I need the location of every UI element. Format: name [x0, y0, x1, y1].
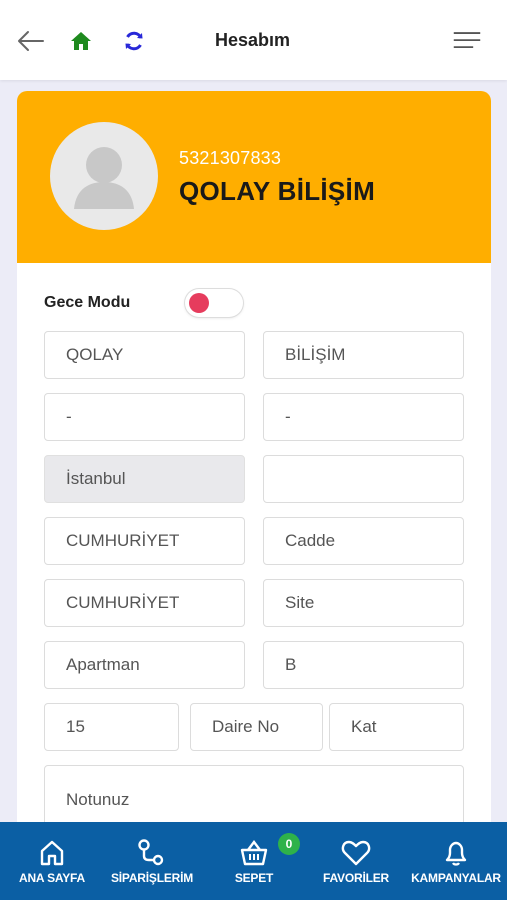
- nav-item-campaigns[interactable]: KAMPANYALAR: [406, 822, 506, 900]
- basket-count-badge: 0: [278, 833, 300, 855]
- address-field-2[interactable]: -: [263, 393, 464, 441]
- night-mode-label: Gece Modu: [44, 294, 131, 311]
- profile-phone: 5321307833: [179, 148, 282, 168]
- bell-icon: [442, 838, 470, 868]
- night-mode-toggle[interactable]: [185, 289, 243, 317]
- home-icon: [38, 838, 66, 868]
- avatar[interactable]: [50, 122, 158, 230]
- floor-field[interactable]: Kat: [329, 703, 464, 751]
- nav-item-home[interactable]: ANA SAYFA: [8, 822, 96, 900]
- flat-no-field[interactable]: Daire No: [190, 703, 323, 751]
- account-card: 5321307833 QOLAY BİLİŞİM Gece Modu QOLAY…: [17, 91, 491, 851]
- basket-icon: [239, 838, 269, 868]
- heart-icon: [341, 838, 371, 868]
- nav-label: FAVORİLER: [323, 871, 389, 885]
- street-field[interactable]: Cadde: [263, 517, 464, 565]
- menu-icon[interactable]: [452, 26, 482, 56]
- bottom-navigation: ANA SAYFA SİPARİŞLERİM SEPET 0 FAVORİLER…: [0, 822, 507, 900]
- orders-icon: [137, 838, 167, 868]
- nav-label: ANA SAYFA: [19, 871, 85, 885]
- nav-label: SİPARİŞLERİM: [110, 871, 194, 885]
- profile-name: QOLAY BİLİŞİM: [179, 176, 376, 206]
- first-name-field[interactable]: QOLAY: [44, 331, 245, 379]
- door-no-field[interactable]: 15: [44, 703, 179, 751]
- neighborhood-field[interactable]: CUMHURİYET: [44, 517, 245, 565]
- avenue-field[interactable]: CUMHURİYET: [44, 579, 245, 627]
- city-select[interactable]: İstanbul: [44, 455, 245, 503]
- page-title: Hesabım: [214, 30, 291, 50]
- district-select[interactable]: [263, 455, 464, 503]
- nav-item-favorites[interactable]: FAVORİLER: [312, 822, 400, 900]
- nav-item-orders[interactable]: SİPARİŞLERİM: [100, 822, 204, 900]
- profile-header: 5321307833 QOLAY BİLİŞİM: [17, 91, 491, 263]
- apartment-field[interactable]: Apartman: [44, 641, 245, 689]
- block-field[interactable]: B: [263, 641, 464, 689]
- last-name-field[interactable]: BİLİŞİM: [263, 331, 464, 379]
- toggle-knob: [189, 293, 209, 313]
- address-field-1[interactable]: -: [44, 393, 245, 441]
- top-bar: Hesabım: [0, 0, 507, 80]
- nav-label: SEPET: [234, 871, 274, 885]
- nav-label: KAMPANYALAR: [411, 871, 501, 885]
- site-field[interactable]: Site: [263, 579, 464, 627]
